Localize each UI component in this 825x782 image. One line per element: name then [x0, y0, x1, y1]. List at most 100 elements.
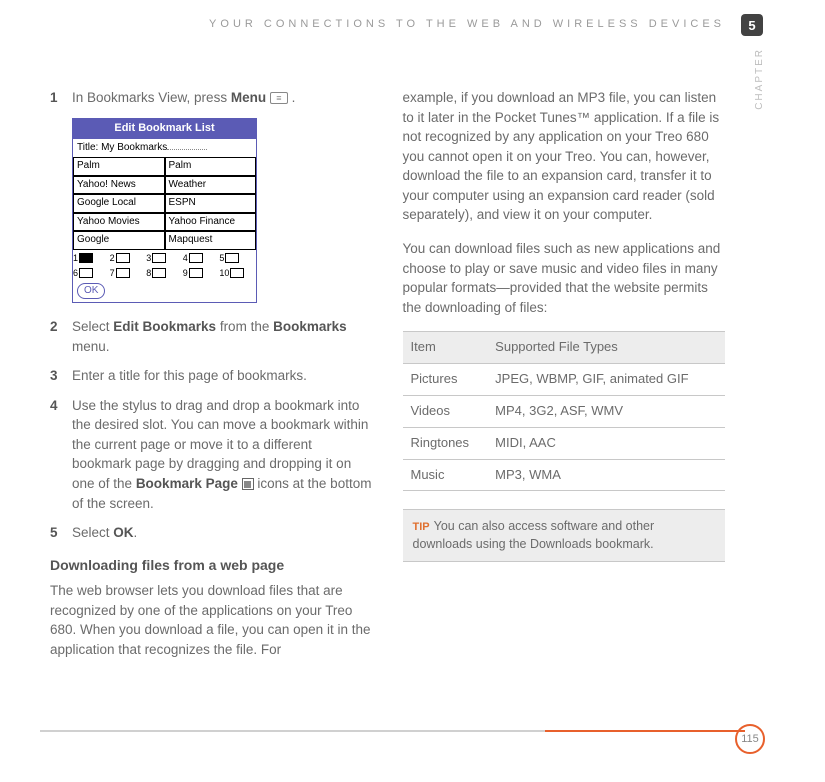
page-number: 115 — [735, 724, 765, 754]
chapter-number-badge: 5 — [741, 14, 763, 36]
file-types-table: Item Supported File Types PicturesJPEG, … — [403, 331, 726, 491]
step-number: 1 — [50, 88, 72, 108]
label: Title: — [77, 142, 98, 153]
slot-box — [79, 268, 93, 278]
left-column: 1 In Bookmarks View, press Menu . Edit B… — [50, 88, 373, 722]
dialog-subtitle: Title: My Bookmarks — [73, 139, 256, 158]
bold-text: Bookmarks — [273, 319, 347, 334]
slot: 8 — [146, 267, 183, 280]
slot-box — [116, 268, 130, 278]
cell: Pictures — [403, 364, 488, 396]
bold-text: Bookmark Page — [136, 476, 238, 491]
step-3: 3 Enter a title for this page of bookmar… — [50, 366, 373, 386]
step-1: 1 In Bookmarks View, press Menu . — [50, 88, 373, 108]
tip-box: TIPYou can also access software and othe… — [403, 509, 726, 562]
num: 3 — [146, 252, 151, 265]
cell: MP4, 3G2, ASF, WMV — [487, 395, 725, 427]
step-number: 5 — [50, 523, 72, 543]
num: 2 — [110, 252, 115, 265]
table-row: PalmPalm — [73, 157, 256, 176]
bookmark-page-icon — [242, 478, 254, 490]
step-number: 2 — [50, 317, 72, 356]
cell: Music — [403, 459, 488, 491]
text: Select — [72, 319, 113, 334]
slot: 7 — [110, 267, 147, 280]
step-body: Select Edit Bookmarks from the Bookmarks… — [72, 317, 373, 356]
table-row: Yahoo MoviesYahoo Finance — [73, 213, 256, 232]
cell: MIDI, AAC — [487, 427, 725, 459]
bookmark-grid: PalmPalm Yahoo! NewsWeather Google Local… — [73, 157, 256, 250]
cell: Palm — [73, 157, 165, 176]
text: from the — [216, 319, 273, 334]
text: Select — [72, 525, 113, 540]
text: menu. — [72, 339, 110, 354]
bold-text: Menu — [231, 90, 266, 105]
cell: Videos — [403, 395, 488, 427]
step-body: Select OK. — [72, 523, 373, 543]
page-slots-row-2: 6 7 8 9 10 — [73, 267, 256, 280]
num: 6 — [73, 267, 78, 280]
section-heading: Downloading files from a web page — [50, 555, 373, 575]
cell: MP3, WMA — [487, 459, 725, 491]
num: 9 — [183, 267, 188, 280]
slot: 1 — [73, 252, 110, 265]
step-body: Use the stylus to drag and drop a bookma… — [72, 396, 373, 513]
slot-box — [152, 253, 166, 263]
footer-rule — [40, 730, 745, 732]
cell: Mapquest — [165, 231, 257, 250]
slot: 9 — [183, 267, 220, 280]
cell: Palm — [165, 157, 257, 176]
table-row: GoogleMapquest — [73, 231, 256, 250]
cell: Yahoo Movies — [73, 213, 165, 232]
step-number: 3 — [50, 366, 72, 386]
step-body: Enter a title for this page of bookmarks… — [72, 366, 373, 386]
table-row: RingtonesMIDI, AAC — [403, 427, 726, 459]
cell: Ringtones — [403, 427, 488, 459]
num: 8 — [146, 267, 151, 280]
slot: 10 — [219, 267, 256, 280]
slot-box — [116, 253, 130, 263]
dotted-line — [167, 149, 207, 150]
col-header: Item — [403, 332, 488, 364]
step-body: In Bookmarks View, press Menu . — [72, 88, 373, 108]
table-row: Yahoo! NewsWeather — [73, 176, 256, 195]
slot-box — [79, 253, 93, 263]
cell: Yahoo Finance — [165, 213, 257, 232]
num: 10 — [219, 267, 229, 280]
text: . — [134, 525, 138, 540]
step-4: 4 Use the stylus to drag and drop a book… — [50, 396, 373, 513]
text: . — [288, 90, 296, 105]
cell: JPEG, WBMP, GIF, animated GIF — [487, 364, 725, 396]
table-row: Google LocalESPN — [73, 194, 256, 213]
cell: Yahoo! News — [73, 176, 165, 195]
num: 1 — [73, 252, 78, 265]
text: In Bookmarks View, press — [72, 90, 231, 105]
slot: 3 — [146, 252, 183, 265]
bold-text: OK — [113, 525, 133, 540]
table-row: PicturesJPEG, WBMP, GIF, animated GIF — [403, 364, 726, 396]
paragraph: You can download files such as new appli… — [403, 239, 726, 317]
slot: 6 — [73, 267, 110, 280]
paragraph: The web browser lets you download files … — [50, 581, 373, 659]
cell: ESPN — [165, 194, 257, 213]
num: 4 — [183, 252, 188, 265]
value: My Bookmarks — [101, 142, 167, 153]
col-header: Supported File Types — [487, 332, 725, 364]
slot: 5 — [219, 252, 256, 265]
menu-icon — [270, 92, 288, 104]
num: 7 — [110, 267, 115, 280]
slot: 4 — [183, 252, 220, 265]
slot: 2 — [110, 252, 147, 265]
dialog-title: Edit Bookmark List — [73, 119, 256, 139]
table-row: VideosMP4, 3G2, ASF, WMV — [403, 395, 726, 427]
slot-box — [230, 268, 244, 278]
num: 5 — [219, 252, 224, 265]
table-header-row: Item Supported File Types — [403, 332, 726, 364]
step-number: 4 — [50, 396, 72, 513]
cell: Google Local — [73, 194, 165, 213]
slot-box — [152, 268, 166, 278]
bold-text: Edit Bookmarks — [113, 319, 216, 334]
page-slots-row-1: 1 2 3 4 5 — [73, 252, 256, 265]
running-header: YOUR CONNECTIONS TO THE WEB AND WIRELESS… — [209, 18, 725, 30]
tip-label: TIP — [413, 521, 430, 533]
